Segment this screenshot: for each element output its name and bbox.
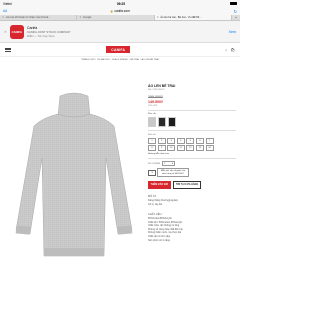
size-options: 1 2 3 4 5 6 7 8 9 10 11 12 13 14 — [148, 137, 216, 152]
app-store-info: MIỄN — Trên App Store — [26, 34, 55, 38]
quantity-label: SỐ LƯỢNG — [148, 163, 161, 166]
size-option[interactable]: 2 — [157, 137, 166, 144]
description-text: Dáng thẳng thường(regular) Cổ lọ, tay dà… — [148, 199, 236, 206]
product-sku: Mã: 2TE18W074 — [148, 89, 165, 91]
chevron-down-icon: ▾ — [171, 163, 174, 166]
brand-logo[interactable]: CANIFA — [106, 45, 131, 54]
size-option[interactable]: 9 — [157, 145, 166, 152]
product-image[interactable] — [8, 80, 140, 266]
app-name: Canifa — [26, 25, 38, 30]
app-logo: CANIFA — [9, 24, 24, 39]
size-option[interactable]: 11 — [176, 145, 185, 152]
app-info: Canifa CANIFA JOINT STOCK COMPANY MIỄN —… — [27, 26, 226, 38]
description-heading: MÔ TẢ — [148, 194, 157, 198]
tab-label: Lam lại tết thuận lợi nhận của (Cloud... — [5, 16, 51, 19]
discount-badge: 50% OFF — [148, 105, 158, 107]
description-line: Cổ lọ, tay dài — [148, 202, 162, 206]
app-company: CANIFA JOINT STOCK COMPANY — [26, 30, 71, 34]
smart-app-banner: ✕ CANIFA Canifa CANIFA JOINT STOCK COMPA… — [0, 21, 240, 43]
search-icon[interactable]: ⌕ — [225, 48, 227, 52]
free-shipping-text: Miễn phí vận chuyển cho đơn hàng từ 449.… — [157, 168, 189, 178]
material-section: CHẤT LIỆU 50%Cotton50%Acrylic Chất liệu:… — [148, 213, 236, 243]
browser-tab[interactable]: ✕ Lam lại tết thuận lợi nhận của (Cloud.… — [0, 15, 78, 20]
sale-price: 149.500₫ — [148, 100, 163, 104]
breadcrumb-current: ÁO LEN BÉ TRAI — [141, 59, 159, 61]
quantity-select[interactable]: 1 ▾ — [162, 161, 176, 167]
breadcrumb-sep: / — [139, 59, 141, 61]
breadcrumb-sep: / — [128, 59, 130, 61]
product-section: ÁO LEN BÉ TRAI Mã: 2TE18W074 299.000₫ 14… — [0, 72, 240, 320]
material-heading: CHẤT LIỆU — [148, 212, 162, 216]
text-size-button[interactable]: AA — [3, 9, 13, 13]
breadcrumb-sep: / — [110, 59, 112, 61]
sweater-illustration — [15, 92, 133, 257]
breadcrumb-item[interactable]: TRANG CHỦ — [81, 59, 94, 61]
new-tab-button[interactable]: + — [232, 15, 240, 20]
ios-status-bar: Viettel 09:25 — [0, 0, 240, 7]
site-header: CANIFA ⌕ 🛍 — [0, 43, 240, 57]
clock: 09:25 — [116, 1, 125, 6]
header-icons: ⌕ 🛍 — [225, 48, 235, 52]
open-app-button[interactable]: Xem — [229, 30, 236, 34]
size-guide-link[interactable]: Hướng dẫn chọn size — [148, 153, 236, 155]
free-shipping-row: 1 Miễn phí vận chuyển cho đơn hàng từ 44… — [148, 168, 236, 178]
safari-url-bar[interactable]: AA 🔒canifa.com ↻ — [0, 7, 240, 15]
material-text: 50%Cotton50%Acrylic Chất liệu: 50%cotton… — [148, 217, 236, 242]
tab-label: Google — [83, 16, 92, 19]
breadcrumb-item[interactable]: ƯU ĐÃI 50% — [97, 59, 110, 61]
color-swatch[interactable] — [168, 117, 176, 128]
close-tab-icon[interactable]: ✕ — [79, 16, 81, 19]
size-option[interactable]: 3 — [167, 137, 176, 144]
color-swatches — [148, 117, 236, 128]
close-tab-icon[interactable]: ✕ — [2, 16, 4, 19]
color-swatch[interactable] — [148, 117, 156, 128]
size-option[interactable]: 10 — [167, 145, 176, 152]
size-option[interactable]: 14 — [205, 145, 214, 152]
cart-icon[interactable]: 🛍 — [230, 48, 235, 52]
close-tab-icon[interactable]: ✕ — [157, 16, 159, 19]
quantity-value: 1 — [164, 162, 166, 165]
battery-icon — [230, 2, 237, 5]
description-section: MÔ TẢ Dáng thẳng thường(regular) Cổ lọ, … — [148, 195, 236, 207]
menu-icon[interactable] — [5, 47, 11, 52]
close-icon[interactable]: ✕ — [4, 30, 7, 34]
product-details: ÁO LEN BÉ TRAI Mã: 2TE18W074 299.000₫ 14… — [148, 84, 236, 242]
quantity-row: SỐ LƯỢNG 1 ▾ — [148, 161, 236, 167]
material-line: Nên phơi nơi ít nắng — [148, 238, 170, 242]
tab-label: Áo len bé trai - Bé trai - Ưu đãi 50... — [160, 16, 202, 19]
browser-tab[interactable]: ✕ Google — [77, 15, 155, 20]
size-option[interactable]: 8 — [148, 145, 156, 152]
size-option[interactable]: 5 — [186, 137, 195, 144]
breadcrumb-item[interactable]: BÉ TRAI — [130, 59, 138, 61]
breadcrumb-item[interactable]: BLACK FRIDAY — [112, 59, 128, 61]
free-shipping-count: 1 — [148, 169, 156, 176]
product-title: ÁO LEN BÉ TRAI — [148, 84, 176, 88]
size-option[interactable]: 12 — [186, 145, 195, 152]
reload-icon[interactable]: ↻ — [227, 9, 237, 14]
size-option[interactable]: 6 — [195, 137, 204, 144]
add-to-cart-button[interactable]: THÊM VÀO GIỎ — [148, 181, 171, 189]
breadcrumb-sep: / — [95, 59, 96, 61]
carrier: Viettel — [3, 1, 12, 6]
size-option[interactable]: 1 — [148, 137, 156, 144]
breadcrumb: TRANG CHỦ / ƯU ĐÃI 50% / BLACK FRIDAY / … — [0, 57, 240, 63]
find-in-store-button[interactable]: TÌM TẠI CỬA HÀNG — [172, 181, 202, 189]
color-label: Màu sắc — [148, 113, 157, 116]
color-swatch[interactable] — [158, 117, 166, 128]
url-text: canifa.com — [114, 9, 130, 13]
status-right — [230, 2, 237, 5]
size-option[interactable]: 4 — [176, 137, 185, 144]
size-option[interactable]: 7 — [205, 137, 214, 144]
size-label: Kích cỡ — [148, 133, 156, 136]
browser-tab-active[interactable]: ✕ Áo len bé trai - Bé trai - Ưu đãi 50..… — [154, 15, 232, 20]
old-price: 299.000₫ — [148, 95, 163, 99]
address-field[interactable]: 🔒canifa.com — [13, 9, 227, 13]
lock-icon: 🔒 — [110, 10, 114, 13]
size-option[interactable]: 13 — [195, 145, 204, 152]
action-buttons: THÊM VÀO GIỎ TÌM TẠI CỬA HÀNG — [148, 181, 236, 189]
